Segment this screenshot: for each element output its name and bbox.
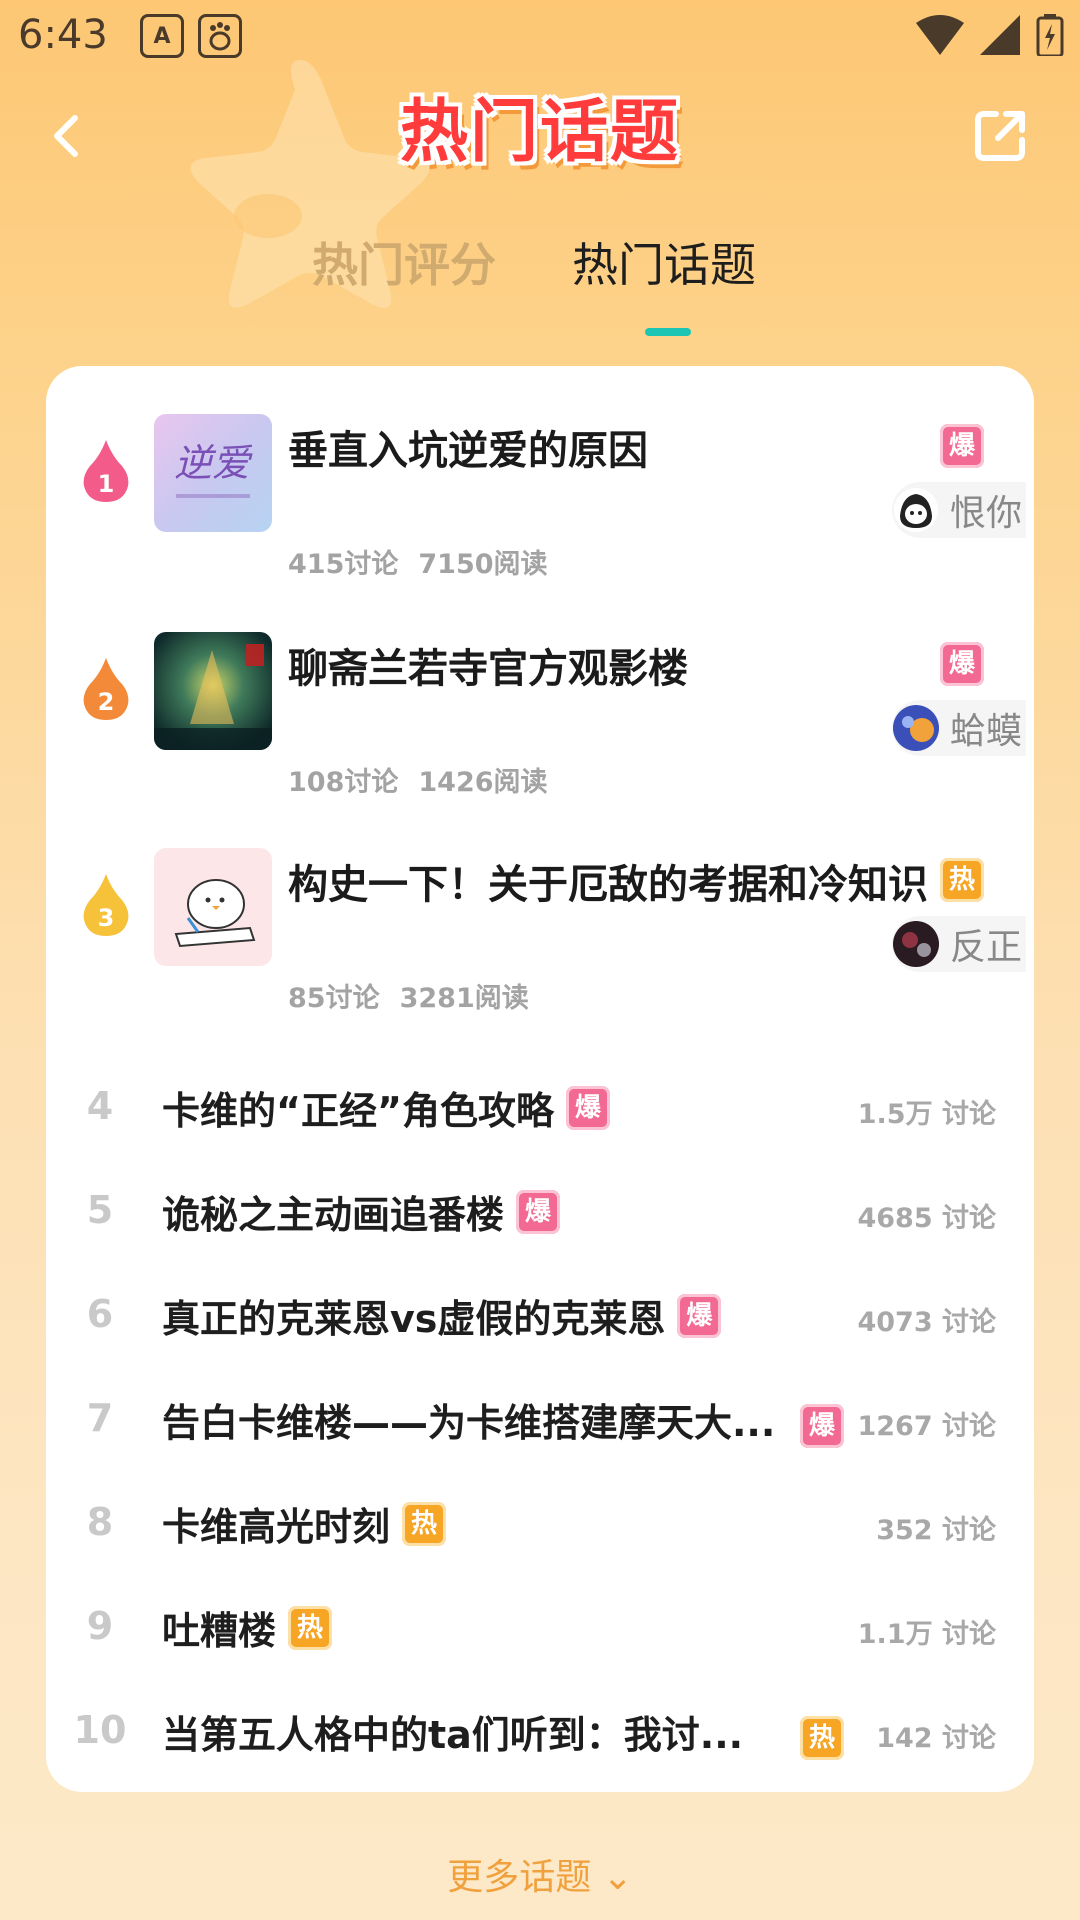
share-button[interactable] — [970, 106, 1030, 166]
author-chip[interactable]: 反正 — [891, 916, 1026, 972]
header: 热门话题 — [0, 80, 1080, 190]
hot-badge: 爆 — [565, 1085, 610, 1130]
topics-card: 1 逆爱 垂直入坑逆爱的原因 爆 恨你 415讨论 7150阅读 2 聊斋兰若寺… — [46, 366, 1034, 1792]
topic-title-row: 卡维高光时刻 热 — [162, 1496, 447, 1551]
discussion-count: 352 讨论 — [876, 1515, 996, 1546]
topic-title: 告白卡维楼——为卡维搭建摩天大... — [162, 1401, 776, 1445]
avatar — [892, 705, 939, 751]
page-title: 热门话题 — [400, 93, 681, 172]
author-name: 反正 — [949, 927, 1022, 968]
topic-stats: 415讨论 7150阅读 — [288, 542, 568, 581]
topic-title: 卡维高光时刻 — [162, 1505, 391, 1549]
battery-icon — [1036, 14, 1064, 56]
hot-badge: 爆 — [800, 1404, 844, 1448]
cellular-icon — [980, 15, 1020, 55]
chevron-left-icon — [54, 115, 78, 157]
topic-thumbnail — [154, 632, 272, 750]
rank-number: 5 — [86, 1188, 114, 1232]
topic-title: 诡秘之主动画追番楼 — [162, 1193, 505, 1237]
topic-stats: 108讨论 1426阅读 — [288, 760, 568, 799]
discussion-count: 4685 讨论 — [857, 1203, 996, 1234]
share-icon — [975, 111, 1025, 161]
topic-title-row: 告白卡维楼——为卡维搭建摩天大... — [162, 1392, 775, 1447]
read-count: 7150阅读 — [418, 549, 548, 580]
topic-thumbnail: 逆爱 — [154, 414, 272, 532]
read-count: 1426阅读 — [418, 767, 548, 798]
avatar — [892, 921, 939, 967]
rank-flame-icon: 2 — [83, 658, 129, 720]
svg-text:3: 3 — [98, 904, 115, 932]
discussion-count: 108讨论 — [288, 767, 399, 798]
topic-title: 构史一下！关于厄敌的考据和冷知识 — [288, 862, 928, 908]
rank-number: 9 — [86, 1604, 114, 1648]
author-name: 蛤蟆 — [949, 711, 1022, 752]
list-item[interactable]: 5 诡秘之主动画追番楼 爆 4685 讨论 — [46, 1166, 1034, 1270]
hot-badge: 爆 — [940, 642, 984, 686]
status-time: 6:43 — [18, 12, 108, 58]
tab-bar: 热门评分 热门话题 — [0, 230, 1080, 340]
discussion-count: 415讨论 — [288, 549, 399, 580]
author-chip[interactable]: 蛤蟆 — [891, 700, 1026, 756]
topic-title-row: 吐糟楼 热 — [162, 1600, 333, 1655]
discussion-count: 1.1万 讨论 — [857, 1619, 996, 1650]
tab-hot-rating[interactable]: 热门评分 — [312, 230, 496, 300]
rank-flame-icon: 3 — [83, 874, 129, 936]
top-topic-item[interactable]: 3 构史一下！关于厄敌的考据和冷知识 热 反正 85讨论 3281阅读 — [46, 848, 1034, 1058]
wifi-icon — [916, 15, 964, 55]
topic-title-row: 诡秘之主动画追番楼 爆 — [162, 1184, 561, 1239]
rank-number: 10 — [73, 1708, 127, 1752]
read-count: 3281阅读 — [399, 983, 529, 1014]
back-button[interactable] — [36, 106, 96, 166]
tab-hot-topics[interactable]: 热门话题 — [572, 230, 756, 300]
more-topics-link[interactable]: 更多话题 ⌄ — [0, 1848, 1080, 1900]
hot-badge: 爆 — [677, 1293, 722, 1338]
status-icons — [916, 14, 1064, 56]
rank-number: 7 — [86, 1396, 114, 1440]
hot-badge: 热 — [402, 1501, 447, 1546]
discussion-count: 142 讨论 — [876, 1723, 996, 1754]
topic-stats: 85讨论 3281阅读 — [288, 976, 549, 1015]
tab-indicator — [645, 328, 691, 336]
hot-badge: 热 — [288, 1605, 333, 1650]
topic-title-row: 卡维的“正经”角色攻略 爆 — [162, 1080, 610, 1135]
rank-flame-icon: 1 — [83, 440, 129, 502]
topic-title: 当第五人格中的ta们听到：我讨... — [162, 1713, 744, 1757]
topic-title: 吐糟楼 — [162, 1609, 277, 1653]
author-chip[interactable]: 恨你 — [891, 482, 1026, 538]
discussion-count: 85讨论 — [288, 983, 380, 1014]
topic-title-row: 当第五人格中的ta们听到：我讨... — [162, 1704, 743, 1759]
hot-badge: 爆 — [516, 1189, 561, 1234]
list-item[interactable]: 7 告白卡维楼——为卡维搭建摩天大... 爆 1267 讨论 — [46, 1374, 1034, 1478]
list-item[interactable]: 9 吐糟楼 热 1.1万 讨论 — [46, 1582, 1034, 1686]
list-item[interactable]: 4 卡维的“正经”角色攻略 爆 1.5万 讨论 — [46, 1062, 1034, 1166]
discussion-count: 1.5万 讨论 — [857, 1099, 996, 1130]
discussion-count: 4073 讨论 — [857, 1307, 996, 1338]
hot-badge: 热 — [940, 858, 984, 902]
discussion-count: 1267 讨论 — [857, 1411, 996, 1442]
rank-number: 8 — [86, 1500, 114, 1544]
avatar — [893, 488, 938, 532]
svg-text:逆爱: 逆爱 — [174, 441, 253, 485]
list-item[interactable]: 8 卡维高光时刻 热 352 讨论 — [46, 1478, 1034, 1582]
rank-number: 4 — [86, 1084, 114, 1128]
topic-title: 卡维的“正经”角色攻略 — [162, 1089, 554, 1133]
top-topic-item[interactable]: 2 聊斋兰若寺官方观影楼 爆 蛤蟆 108讨论 1426阅读 — [46, 632, 1034, 842]
top-topic-item[interactable]: 1 逆爱 垂直入坑逆爱的原因 爆 恨你 415讨论 7150阅读 — [46, 414, 1034, 624]
list-item[interactable]: 6 真正的克莱恩vs虚假的克莱恩 爆 4073 讨论 — [46, 1270, 1034, 1374]
svg-text:2: 2 — [98, 688, 115, 716]
hot-badge: 热 — [800, 1716, 844, 1760]
topic-thumbnail — [154, 848, 272, 966]
rank-number: 6 — [86, 1292, 114, 1336]
topic-title: 垂直入坑逆爱的原因 — [288, 428, 648, 474]
topic-title: 真正的克莱恩vs虚假的克莱恩 — [162, 1297, 666, 1341]
author-name: 恨你 — [949, 493, 1022, 534]
svg-text:1: 1 — [98, 470, 115, 498]
list-item[interactable]: 10 当第五人格中的ta们听到：我讨... 热 142 讨论 — [46, 1686, 1034, 1790]
topic-title: 聊斋兰若寺官方观影楼 — [288, 646, 688, 692]
hot-badge: 爆 — [940, 424, 984, 468]
topic-title-row: 真正的克莱恩vs虚假的克莱恩 爆 — [162, 1288, 722, 1343]
